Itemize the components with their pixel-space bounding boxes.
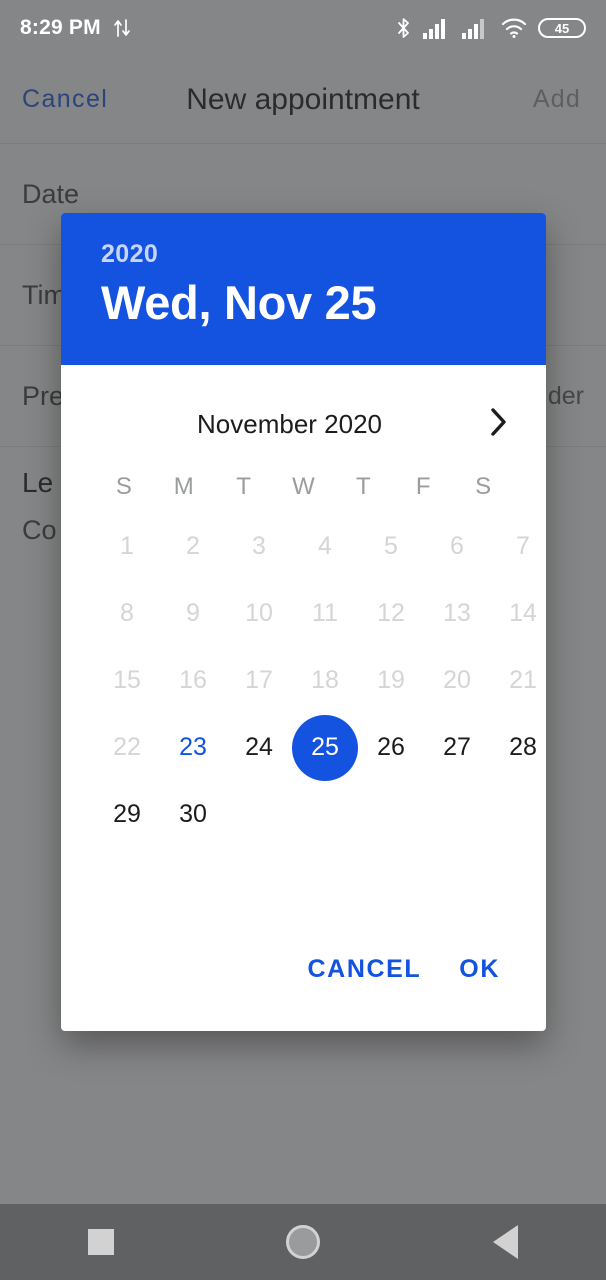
calendar-day-label: 16 — [179, 666, 207, 694]
calendar-day-14: 14 — [490, 580, 546, 647]
calendar-weekday-header: SMTWTFS — [61, 461, 546, 513]
calendar-day-label: 7 — [516, 532, 530, 560]
calendar-day-label: 19 — [377, 666, 405, 694]
calendar-day-13: 13 — [424, 580, 490, 647]
calendar-day-5: 5 — [358, 513, 424, 580]
calendar-day-label: 30 — [179, 800, 207, 828]
calendar-day-label: 22 — [113, 733, 141, 761]
calendar-day-18: 18 — [292, 647, 358, 714]
calendar-day-9: 9 — [160, 580, 226, 647]
calendar-day-20: 20 — [424, 647, 490, 714]
selected-date-headline[interactable]: Wed, Nov 25 — [101, 275, 506, 330]
calendar-day-label: 15 — [113, 666, 141, 694]
calendar-day-label: 14 — [509, 599, 537, 627]
calendar-day-label: 17 — [245, 666, 273, 694]
bluetooth-icon — [395, 16, 412, 40]
dialog-ok-button[interactable]: OK — [459, 955, 500, 984]
calendar-day-26[interactable]: 26 — [358, 714, 424, 781]
battery-level-text: 45 — [555, 21, 569, 36]
back-button[interactable] — [445, 1225, 565, 1259]
calendar-day-label: 4 — [318, 532, 332, 560]
calendar-day-4: 4 — [292, 513, 358, 580]
weekday-label: S — [115, 473, 132, 500]
calendar-nav: November 2020 — [61, 387, 546, 461]
weekday-label: T — [236, 473, 251, 500]
calendar-day-30[interactable]: 30 — [160, 781, 226, 848]
calendar-day-24[interactable]: 24 — [226, 714, 292, 781]
calendar-day-21: 21 — [490, 647, 546, 714]
square-recents-icon — [88, 1229, 114, 1255]
calendar-day-15: 15 — [94, 647, 160, 714]
recents-button[interactable] — [41, 1229, 161, 1255]
weekday-label: M — [173, 473, 194, 500]
calendar-day-label: 25 — [292, 714, 358, 781]
calendar-day-label: 2 — [186, 532, 200, 560]
calendar-day-label: 24 — [245, 733, 273, 761]
calendar-day-6: 6 — [424, 513, 490, 580]
calendar-day-label: 3 — [252, 532, 266, 560]
battery-icon: 45 — [538, 16, 586, 40]
dialog-cancel-button[interactable]: CANCEL — [308, 955, 422, 984]
calendar-day-label: 27 — [443, 733, 471, 761]
calendar-day-label: 6 — [450, 532, 464, 560]
date-picker-dialog: 2020 Wed, Nov 25 November 2020 S M T W T F S 1… — [61, 213, 546, 1031]
calendar-day-label: 1 — [120, 532, 134, 560]
status-bar: 8:29 PM 45 — [0, 0, 606, 56]
calendar-day-23[interactable]: 23 — [160, 714, 226, 781]
calendar-day-label: 11 — [312, 599, 338, 627]
status-clock: 8:29 PM — [20, 16, 101, 39]
calendar-day-label: 26 — [377, 733, 405, 761]
calendar-day-2: 2 — [160, 513, 226, 580]
dialog-actions: CANCEL OK — [61, 921, 546, 1031]
weekday-label: T — [356, 473, 371, 500]
calendar-day-label: 13 — [443, 599, 471, 627]
calendar-day-17: 17 — [226, 647, 292, 714]
calendar-day-10: 10 — [226, 580, 292, 647]
circle-home-icon — [286, 1225, 320, 1259]
signal-bars-icon — [423, 17, 451, 39]
chevron-right-icon — [488, 406, 508, 443]
calendar-day-label: 12 — [377, 599, 405, 627]
calendar-day-16: 16 — [160, 647, 226, 714]
calendar-day-3: 3 — [226, 513, 292, 580]
weekday-label: F — [415, 473, 431, 500]
calendar-day-label: 23 — [179, 733, 207, 761]
data-transfer-icon — [113, 17, 131, 39]
triangle-back-icon — [492, 1225, 518, 1259]
weekday-label: W — [292, 473, 315, 500]
calendar-day-1: 1 — [94, 513, 160, 580]
calendar-day-label: 20 — [443, 666, 471, 694]
calendar-day-27[interactable]: 27 — [424, 714, 490, 781]
calendar-day-label: 9 — [186, 599, 200, 627]
calendar-day-grid: 1 2 3 4 5 6 7 8 9 10 11 12 13 14 15 16 17 18 19 20 21 22 23 24 2… — [61, 513, 546, 848]
signal-bars-icon — [462, 17, 490, 39]
selected-year[interactable]: 2020 — [101, 240, 506, 269]
date-picker-header: 2020 Wed, Nov 25 — [61, 213, 546, 365]
wifi-icon — [501, 17, 527, 39]
next-month-button[interactable] — [476, 402, 520, 446]
phone-screen: Cancel New appointment Add Date Time Pre… — [0, 0, 606, 1280]
calendar-month-label: November 2020 — [197, 408, 382, 439]
calendar-day-19: 19 — [358, 647, 424, 714]
home-button[interactable] — [243, 1225, 363, 1259]
calendar-day-7: 7 — [490, 513, 546, 580]
system-navigation-bar — [0, 1204, 606, 1280]
calendar-day-label: 28 — [509, 733, 537, 761]
calendar-day-label: 18 — [311, 666, 339, 694]
calendar-day-22: 22 — [94, 714, 160, 781]
calendar-day-28[interactable]: 28 — [490, 714, 546, 781]
calendar-day-label: 10 — [245, 599, 273, 627]
calendar-day-label: 21 — [509, 666, 537, 694]
calendar-day-label: 5 — [384, 532, 398, 560]
calendar-day-8: 8 — [94, 580, 160, 647]
calendar-day-12: 12 — [358, 580, 424, 647]
calendar-day-label: 8 — [120, 599, 134, 627]
calendar-day-29[interactable]: 29 — [94, 781, 160, 848]
weekday-label: S — [475, 473, 492, 500]
calendar-day-label: 29 — [113, 800, 141, 828]
calendar-day-11: 11 — [292, 580, 358, 647]
calendar-day-25[interactable]: 25 — [292, 714, 358, 781]
